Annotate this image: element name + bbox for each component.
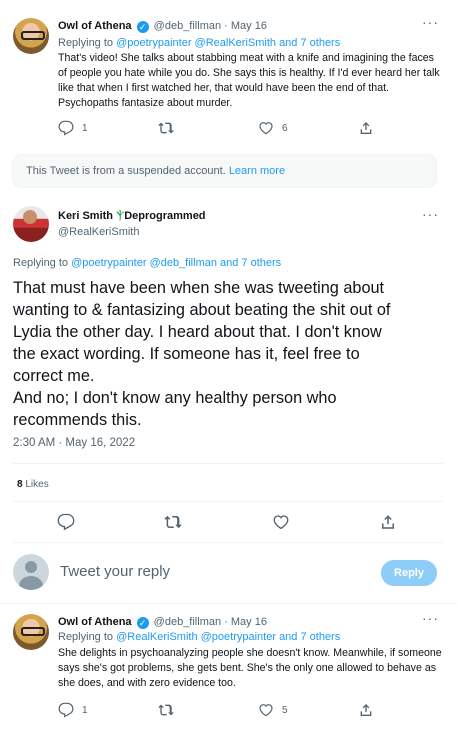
like-button[interactable]: 5	[258, 702, 358, 718]
replying-prefix: Replying to	[58, 631, 114, 643]
more-icon[interactable]: ···	[422, 610, 439, 626]
reply-count: 1	[82, 122, 88, 134]
replying-to-link[interactable]: @poetrypainter @deb_fillman and 7 others	[71, 257, 281, 269]
heart-icon	[258, 702, 274, 718]
tweet-owl-of-athena-2[interactable]: Owl of Athena ✓ @deb_fillman · May 16 ··…	[0, 606, 457, 745]
avatar[interactable]	[13, 206, 49, 242]
suspended-text: This Tweet is from a suspended account.	[26, 165, 226, 177]
like-count: 5	[282, 704, 288, 716]
tweet-date[interactable]: · May 16	[224, 20, 267, 32]
likes-label: Likes	[25, 479, 49, 490]
replying-to: Replying to @RealKeriSmith @poetrypainte…	[58, 631, 340, 643]
reply-button[interactable]: 1	[58, 702, 158, 718]
reply-icon	[58, 120, 74, 136]
tweet-text-line: And no; I don't know any healthy person …	[13, 389, 337, 407]
tweet-actions: 1 5	[58, 702, 388, 718]
retweet-icon[interactable]	[164, 513, 182, 531]
retweet-icon	[158, 702, 174, 718]
retweet-button[interactable]	[158, 702, 258, 718]
reply-count: 1	[82, 704, 88, 716]
retweet-icon	[158, 120, 174, 136]
author-name[interactable]: Owl of Athena	[58, 20, 132, 32]
share-button[interactable]	[358, 702, 374, 718]
tweet-owl-of-athena-1[interactable]: Owl of Athena ✓ @deb_fillman · May 16 ··…	[0, 0, 457, 150]
author-name-suffix[interactable]: Deprogrammed	[124, 210, 205, 222]
replying-to: Replying to @poetrypainter @deb_fillman …	[13, 257, 281, 269]
learn-more-link[interactable]: Learn more	[229, 165, 285, 177]
tweet-header: Keri Smith ⲮDeprogrammed	[58, 210, 206, 223]
user-avatar	[13, 554, 49, 590]
tweet-text: She delights in psychoanalyzing people s…	[58, 647, 442, 689]
replying-to-link[interactable]: @RealKeriSmith @poetrypainter and 7 othe…	[116, 631, 340, 643]
tweet-text: That's video! She talks about stabbing m…	[58, 52, 440, 109]
verified-badge-icon: ✓	[136, 617, 149, 629]
reply-input[interactable]: Tweet your reply	[60, 563, 170, 580]
tweet-date[interactable]: · May 16	[224, 616, 267, 628]
likes-count: 8	[17, 479, 23, 490]
tweet-text-line: wanting to & fantasizing about beating t…	[13, 301, 391, 319]
tweet-timestamp[interactable]: 2:30 AM · May 16, 2022	[13, 437, 135, 449]
like-button[interactable]: 6	[258, 120, 358, 136]
suspended-tweet-notice: This Tweet is from a suspended account. …	[12, 154, 437, 188]
avatar[interactable]	[13, 18, 49, 54]
heart-icon[interactable]	[272, 513, 290, 531]
author-handle[interactable]: @deb_fillman	[154, 616, 221, 628]
likes-count-row[interactable]: 8 Likes	[17, 479, 49, 490]
reply-composer: Tweet your reply Reply	[0, 548, 457, 600]
author-handle[interactable]: @deb_fillman	[154, 20, 221, 32]
reply-icon[interactable]	[57, 513, 75, 531]
divider	[13, 463, 443, 464]
author-name[interactable]: Owl of Athena	[58, 616, 132, 628]
reply-submit-button[interactable]: Reply	[381, 560, 437, 586]
divider	[0, 603, 457, 604]
main-tweet-text: That must have been when she was tweetin…	[13, 277, 443, 431]
sprout-icon: Ⲯ	[116, 210, 125, 222]
author-name[interactable]: Keri Smith	[58, 210, 113, 222]
like-count: 6	[282, 122, 288, 134]
avatar[interactable]	[13, 614, 49, 650]
replying-prefix: Replying to	[13, 257, 69, 269]
share-icon[interactable]	[379, 513, 397, 531]
replying-to-link[interactable]: @poetrypainter @RealKeriSmith and 7 othe…	[116, 37, 340, 49]
share-button[interactable]	[358, 120, 374, 136]
replying-to: Replying to @poetrypainter @RealKeriSmit…	[58, 37, 340, 49]
tweet-header: Owl of Athena ✓ @deb_fillman · May 16	[58, 616, 267, 629]
tweet-text-line: the exact wording. If someone has it, fe…	[13, 345, 360, 363]
reply-button[interactable]: 1	[58, 120, 158, 136]
heart-icon	[258, 120, 274, 136]
retweet-button[interactable]	[158, 120, 258, 136]
tweet-text-line: correct me.	[13, 367, 95, 385]
share-icon	[358, 120, 374, 136]
replying-prefix: Replying to	[58, 37, 114, 49]
share-icon	[358, 702, 374, 718]
tweet-text-line: recommends this.	[13, 411, 142, 429]
divider	[13, 542, 443, 543]
tweet-text-line: That must have been when she was tweetin…	[13, 279, 385, 297]
main-tweet-actions	[57, 513, 397, 531]
more-icon[interactable]: ···	[422, 14, 439, 30]
verified-badge-icon: ✓	[136, 21, 149, 33]
divider	[13, 501, 443, 502]
tweet-header: Owl of Athena ✓ @deb_fillman · May 16	[58, 20, 267, 33]
tweet-actions: 1 6	[58, 120, 388, 136]
more-icon[interactable]: ···	[422, 206, 439, 222]
reply-icon	[58, 702, 74, 718]
tweet-text-line: Lydia the other day. I heard about that.…	[13, 323, 382, 341]
author-handle[interactable]: @RealKeriSmith	[58, 226, 139, 238]
